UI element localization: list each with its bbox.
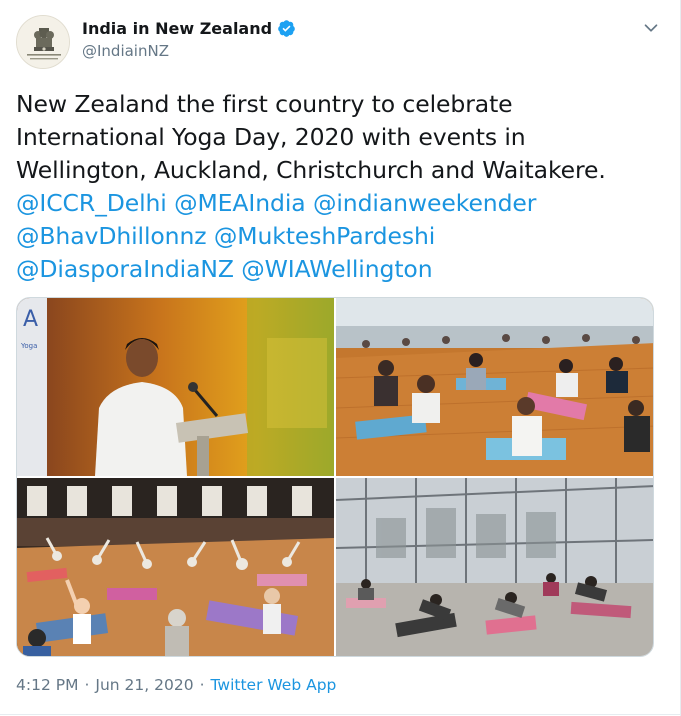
seated-group-photo-image (336, 298, 653, 476)
mention-line: @BhavDhillonnz @MukteshPardeshi (16, 220, 656, 253)
tweet-time[interactable]: 4:12 PM (16, 676, 78, 694)
mention-link[interactable]: @MEAIndia (174, 189, 306, 217)
chevron-down-icon[interactable] (640, 17, 662, 39)
display-name[interactable]: India in New Zealand (82, 19, 296, 38)
emblem-of-india-icon (17, 16, 69, 68)
tweet-card: India in New Zealand @IndiainNZ New Zeal… (0, 0, 681, 716)
banner-word: Yoga (20, 342, 37, 350)
handle[interactable]: @IndiainNZ (82, 42, 296, 60)
mention-link[interactable]: @indianweekender (313, 189, 536, 217)
display-name-text[interactable]: India in New Zealand (82, 19, 272, 38)
photo-glass-atrium[interactable] (336, 478, 653, 656)
tweet-meta: 4:12 PM · Jun 21, 2020 · Twitter Web App (16, 676, 336, 694)
media-grid: A Yoga (16, 297, 654, 657)
atrium-photo-image (336, 478, 653, 656)
tweet-text-line: Wellington, Auckland, Christchurch and W… (16, 156, 606, 184)
mention-line: @ICCR_Delhi @MEAIndia @indianweekender (16, 187, 656, 220)
banner-letter: A (23, 307, 38, 332)
tweet-text-line: International Yoga Day, 2020 with events… (16, 123, 526, 151)
account-names[interactable]: India in New Zealand @IndiainNZ (82, 19, 296, 60)
mention-link[interactable]: @WIAWellington (241, 255, 432, 283)
mention-link[interactable]: @BhavDhillonnz (16, 222, 207, 250)
mention-link[interactable]: @DiasporaIndiaNZ (16, 255, 234, 283)
mention-link[interactable]: @ICCR_Delhi (16, 189, 167, 217)
mention-line: @DiasporaIndiaNZ @WIAWellington (16, 253, 656, 286)
photo-speaker-at-podium[interactable]: A Yoga (17, 298, 334, 476)
speaker-photo-image: A Yoga (17, 298, 334, 476)
mention-link[interactable]: @MukteshPardeshi (214, 222, 435, 250)
meta-separator: · (199, 676, 205, 694)
tweet-text: New Zealand the first country to celebra… (16, 88, 656, 286)
tweet-date[interactable]: Jun 21, 2020 (95, 676, 193, 694)
tweet-text-line: New Zealand the first country to celebra… (16, 90, 513, 118)
verified-badge-icon (278, 20, 295, 37)
photo-group-seated[interactable] (336, 298, 653, 476)
divider (0, 714, 681, 715)
tweet-header: India in New Zealand @IndiainNZ (16, 15, 666, 71)
photo-hall-arms-raised[interactable] (17, 478, 334, 656)
source-app-link[interactable]: Twitter Web App (211, 676, 337, 694)
avatar[interactable] (16, 15, 70, 69)
hall-photo-image (17, 478, 334, 656)
meta-separator: · (84, 676, 90, 694)
